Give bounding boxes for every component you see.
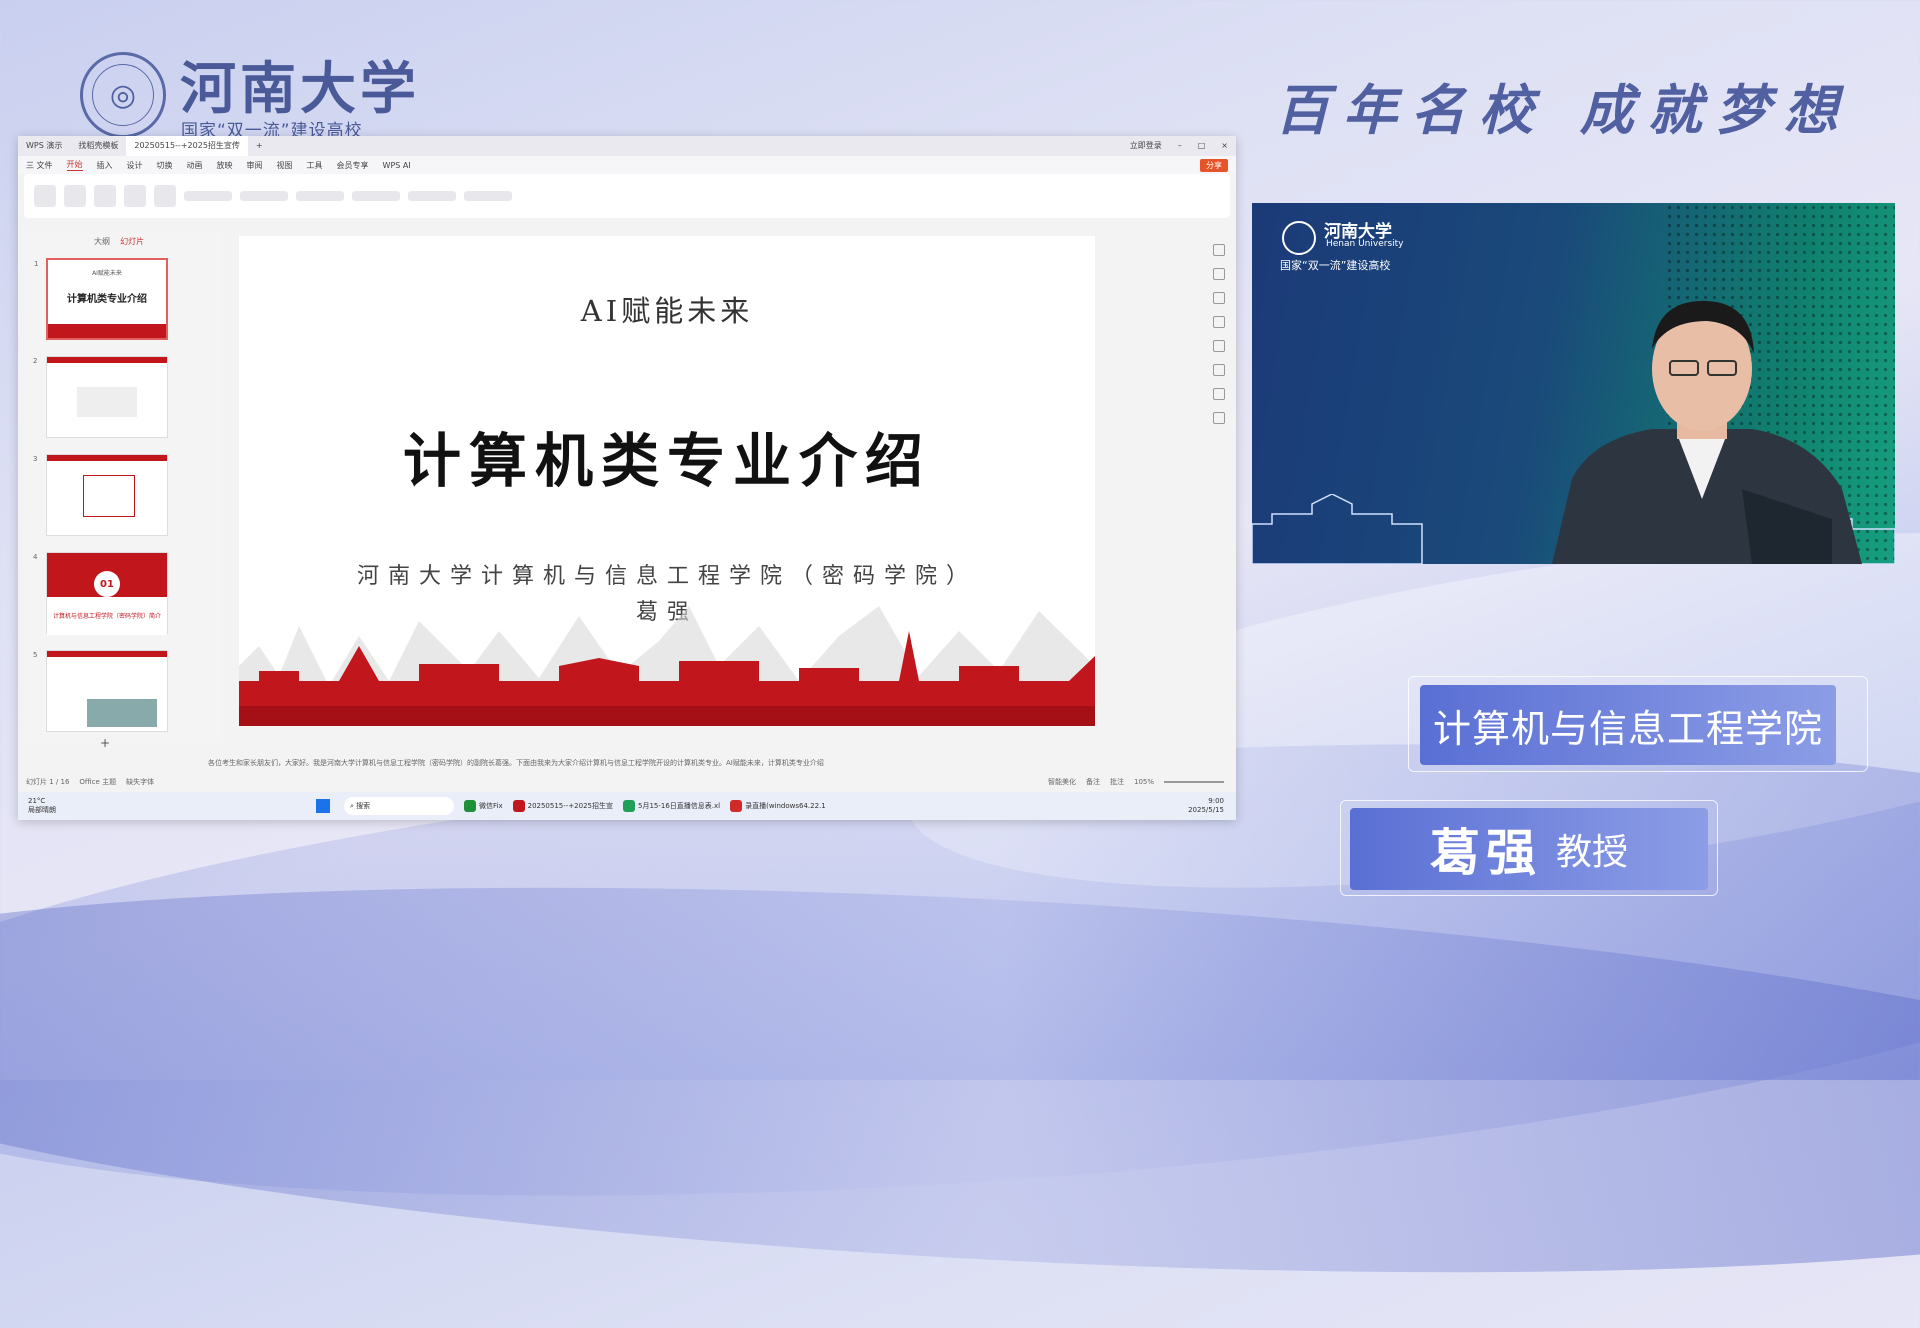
paragraph-tools[interactable] — [296, 191, 344, 201]
smart-beautify-button[interactable]: 智能美化 — [1048, 777, 1076, 787]
university-title: 河南大学 — [180, 56, 420, 122]
comments-button[interactable]: 批注 — [1110, 777, 1124, 787]
login-button[interactable]: 立即登录 — [1122, 136, 1170, 156]
menu-view[interactable]: 视图 — [277, 160, 293, 171]
zoom-slider[interactable] — [1164, 781, 1224, 783]
ribbon-toolbar — [24, 174, 1230, 218]
status-bar: 幻灯片 1 / 16 Office 主题 缺失字体 智能美化 备注 批注 105… — [18, 774, 1236, 790]
windows-start-icon[interactable] — [316, 799, 330, 813]
weather-widget[interactable]: 21°C 局部晴朗 — [28, 797, 56, 815]
windows-taskbar: 21°C 局部晴朗 ⌕ 搜索 微信Fix 20250515--+2025招生宣 … — [18, 792, 1236, 820]
maximize-icon[interactable]: □ — [1190, 136, 1214, 156]
college-label: 计算机与信息工程学院 — [1420, 685, 1836, 765]
section-badge: 01 — [94, 571, 120, 597]
taskbar-app[interactable]: 20250515--+2025招生宣 — [512, 797, 613, 815]
slide-thumbnail[interactable]: 4 01 计算机与信息工程学院（密码学院）简介 — [33, 552, 168, 635]
current-slide: AI赋能未来 计算机类专业介绍 河南大学计算机与信息工程学院（密码学院） 葛强 — [239, 236, 1095, 726]
play-icon[interactable] — [94, 185, 116, 207]
slide-subtitle: AI赋能未来 — [580, 294, 754, 328]
sidebar-tool-icon[interactable] — [1213, 364, 1225, 376]
menu-bar: 三 文件 开始 插入 设计 切换 动画 放映 审阅 视图 工具 会员专享 WPS… — [18, 156, 1236, 174]
add-slide-button[interactable]: + — [100, 736, 110, 750]
menu-home[interactable]: 开始 — [66, 159, 83, 171]
slide-thumbnail[interactable]: 5 — [33, 650, 168, 732]
taskbar-app[interactable]: 5月15-16日直播信息表.xl — [622, 797, 720, 815]
paste-icon[interactable] — [34, 185, 56, 207]
thumbnail-title: 计算机类专业介绍 — [67, 294, 147, 305]
slide-thumbnail[interactable]: 1 AI赋能未来 计算机类专业介绍 — [34, 258, 168, 340]
taskbar-search[interactable]: ⌕ 搜索 — [344, 797, 454, 815]
presenter-video — [1552, 300, 1862, 564]
font-family-select[interactable] — [184, 191, 232, 201]
menu-file[interactable]: 三 文件 — [26, 160, 53, 171]
slide-thumbnail[interactable]: 2 — [33, 356, 168, 438]
menu-slideshow[interactable]: 放映 — [217, 160, 233, 171]
notes-button[interactable]: 备注 — [1086, 777, 1100, 787]
camera-logo-sub: 国家“双一流”建设高校 — [1280, 259, 1391, 272]
name-label: 葛强 教授 — [1350, 808, 1708, 890]
wps-tab-bar: WPS 演示 找稻壳模板 20250515--+2025招生宣传 + 立即登录 … — [18, 136, 1236, 156]
help-icon[interactable] — [1213, 412, 1225, 424]
tab-templates[interactable]: 找稻壳模板 — [70, 136, 126, 156]
skyline-illustration — [239, 606, 1095, 726]
taskbar-app[interactable]: 微信Fix — [464, 797, 503, 815]
sidebar-tool-icon[interactable] — [1213, 316, 1225, 328]
sidebar-tool-icon[interactable] — [1213, 292, 1225, 304]
menu-animation[interactable]: 动画 — [187, 160, 203, 171]
taskbar-clock[interactable]: 9:00 2025/5/15 — [1188, 797, 1224, 815]
slide-thumbnail[interactable]: 3 — [33, 454, 168, 536]
slide-thumbnail-panel: 大纲 幻灯片 1 AI赋能未来 计算机类专业介绍 2 3 4 01 计算机与信息… — [24, 232, 222, 750]
panel-tabs: 大纲 幻灯片 — [24, 232, 222, 247]
university-seal-logo: ◎ — [80, 52, 166, 138]
new-slide-icon[interactable] — [124, 185, 146, 207]
menu-wps-ai[interactable]: WPS AI — [383, 161, 411, 170]
sidebar-tool-icon[interactable] — [1213, 244, 1225, 256]
shape-tools[interactable] — [352, 191, 400, 201]
arrange-tools[interactable] — [408, 191, 456, 201]
close-icon[interactable]: × — [1213, 136, 1236, 156]
clipboard-icon[interactable] — [64, 185, 86, 207]
menu-tools[interactable]: 工具 — [307, 160, 323, 171]
taskbar-app[interactable]: 录直播(windows64.22.1 — [730, 797, 826, 815]
layout-icon[interactable] — [154, 185, 176, 207]
tab-outline[interactable]: 大纲 — [94, 237, 110, 246]
slide-title: 计算机类专业介绍 — [402, 427, 931, 495]
presenter-name: 葛强 — [1429, 824, 1542, 882]
shared-screen-window: WPS 演示 找稻壳模板 20250515--+2025招生宣传 + 立即登录 … — [18, 136, 1236, 820]
university-seal-logo — [1282, 221, 1316, 255]
share-button[interactable]: 分享 — [1200, 158, 1228, 172]
slide-counter: 幻灯片 1 / 16 — [26, 778, 70, 786]
tab-slides[interactable]: 幻灯片 — [120, 237, 144, 246]
sidebar-tool-icon[interactable] — [1213, 340, 1225, 352]
menu-design[interactable]: 设计 — [127, 160, 143, 171]
menu-member[interactable]: 会员专享 — [337, 160, 369, 171]
sidebar-tool-icon[interactable] — [1213, 268, 1225, 280]
camera-logo-en: Henan University — [1326, 239, 1404, 249]
menu-review[interactable]: 审阅 — [247, 160, 263, 171]
minimize-icon[interactable]: – — [1170, 136, 1190, 156]
menu-transition[interactable]: 切换 — [157, 160, 173, 171]
tab-document[interactable]: 20250515--+2025招生宣传 — [126, 136, 248, 156]
find-replace-tools[interactable] — [464, 191, 512, 201]
zoom-level[interactable]: 105% — [1134, 778, 1154, 786]
slogan: 百年名校 成就梦想 — [1275, 78, 1852, 142]
speaker-notes[interactable]: 各位考生和家长朋友们，大家好。我是河南大学计算机与信息工程学院（密码学院）的副院… — [208, 758, 824, 768]
new-tab-button[interactable]: + — [248, 136, 271, 156]
font-size-select[interactable] — [240, 191, 288, 201]
menu-insert[interactable]: 插入 — [97, 160, 113, 171]
theme-name: Office 主题 — [79, 778, 117, 786]
right-sidebar — [1206, 232, 1230, 752]
work-area: 大纲 幻灯片 1 AI赋能未来 计算机类专业介绍 2 3 4 01 计算机与信息… — [18, 232, 1236, 762]
sidebar-tool-icon[interactable] — [1213, 388, 1225, 400]
tab-wps-home[interactable]: WPS 演示 — [18, 136, 70, 156]
missing-font-button[interactable]: 缺失字体 — [126, 777, 154, 787]
presenter-title: 教授 — [1555, 832, 1628, 873]
presenter-camera-feed: 河南大学 Henan University 国家“双一流”建设高校 — [1252, 203, 1895, 564]
